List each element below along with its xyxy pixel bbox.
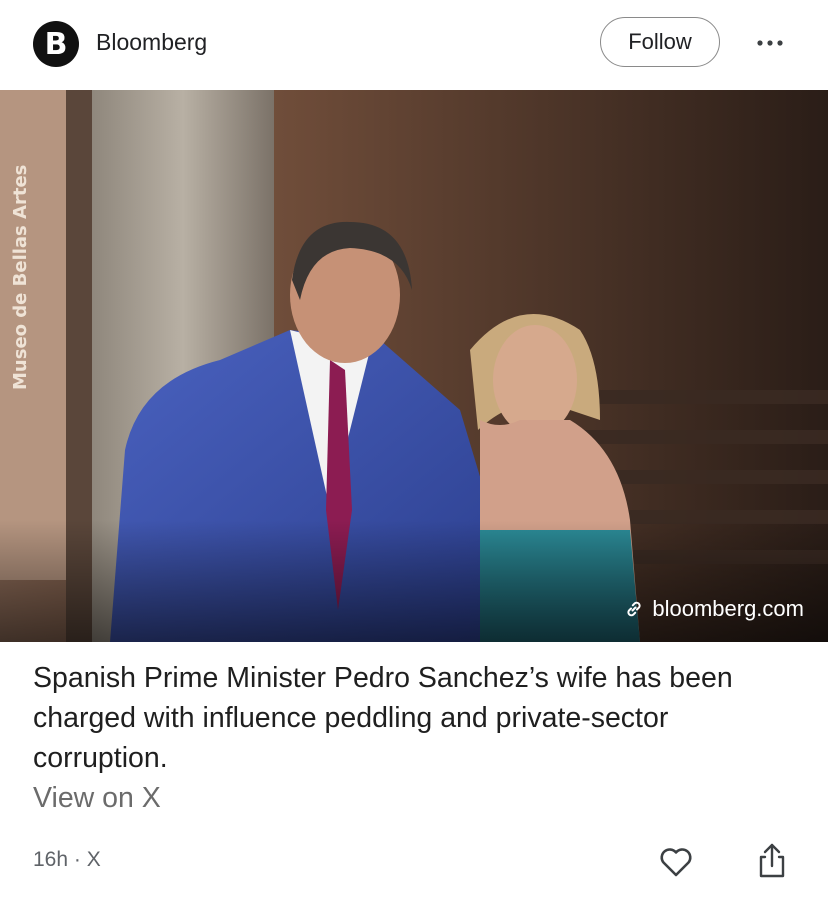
article-image[interactable]: Museo de Bellas Artes bloomberg.com — [0, 90, 828, 642]
more-options-button[interactable] — [750, 28, 790, 58]
museum-sign-text: Museo de Bellas Artes — [10, 165, 31, 390]
headline[interactable]: Spanish Prime Minister Pedro Sanchez’s w… — [33, 658, 803, 778]
follow-button[interactable]: Follow — [600, 17, 720, 67]
bloomberg-logo[interactable]: B — [33, 21, 79, 67]
link-badge[interactable]: bloomberg.com — [624, 596, 804, 622]
share-button[interactable] — [752, 840, 792, 882]
view-on-x-link[interactable]: View on X — [33, 778, 161, 818]
link-domain: bloomberg.com — [652, 596, 804, 621]
like-button[interactable] — [656, 842, 696, 882]
more-horizontal-icon — [757, 40, 783, 46]
source-name[interactable]: Bloomberg — [96, 29, 207, 56]
card-header: B Bloomberg Follow — [0, 0, 828, 90]
post-meta: 16h · X — [33, 848, 101, 871]
photo-illustration: Museo de Bellas Artes — [0, 90, 828, 642]
heart-icon — [660, 848, 692, 877]
link-icon — [627, 601, 641, 617]
share-icon — [759, 843, 785, 878]
